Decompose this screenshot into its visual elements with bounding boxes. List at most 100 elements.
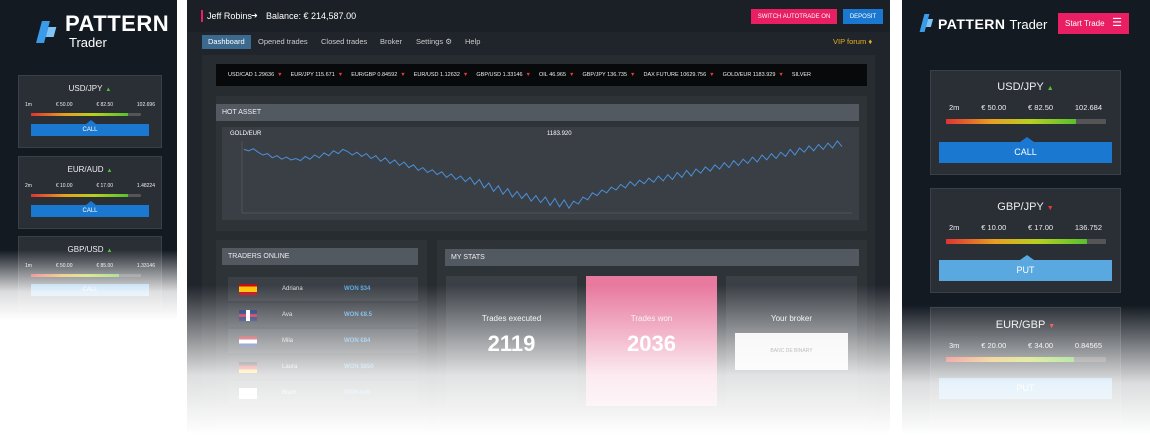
switch-autotrade-button[interactable]: SWITCH AUTOTRADE ON bbox=[751, 9, 837, 24]
tab-settings[interactable]: Settings ⚙ bbox=[410, 35, 458, 49]
trades-executed-label: Trades executed bbox=[481, 314, 542, 323]
level-bar bbox=[31, 113, 141, 116]
balance-text: Balance: € 214,587.00 bbox=[266, 11, 357, 21]
trader-row: Bram WON €45 bbox=[228, 381, 418, 405]
down-arrow-icon: ▼ bbox=[277, 72, 283, 78]
level-bar bbox=[31, 194, 141, 197]
ticker-item: EUR/USD 1.12632 ▼ bbox=[413, 72, 469, 78]
logo-mark-icon bbox=[36, 19, 59, 45]
down-arrow-icon: ▼ bbox=[709, 72, 715, 78]
uk-flag-icon bbox=[239, 310, 257, 321]
mobile-preview-panel: PATTERN Trader Start Trade ☰ USD/JPY ▲ 2m … bbox=[902, 0, 1150, 435]
asset-stats-row: 2m € 10.00 € 17.00 136.752 bbox=[949, 223, 1102, 232]
call-button[interactable]: CALL bbox=[31, 205, 149, 217]
ticker-item: EUR/JPY 115.671 ▼ bbox=[290, 72, 344, 78]
call-button[interactable]: CALL bbox=[31, 124, 149, 136]
ticker-item: OIL 46.965 ▼ bbox=[539, 72, 575, 78]
start-trade-button[interactable]: Start Trade ☰ bbox=[1058, 13, 1129, 34]
asset-name: USD/JPY bbox=[997, 81, 1044, 93]
level-bar bbox=[946, 239, 1106, 244]
asset-card-gbp-usd: GBP/USD ▲ 1m € 50.00 € 85.00 1.33146 CALL bbox=[18, 236, 162, 309]
down-arrow-icon: ▼ bbox=[400, 72, 406, 78]
price-line-chart bbox=[241, 140, 852, 214]
asset-stats-row: 2m € 10.00 € 17.00 1.48224 bbox=[25, 183, 155, 189]
germany-flag-icon bbox=[239, 362, 257, 373]
traders-title: TRADERS ONLINE bbox=[222, 248, 418, 265]
asset-stats-row: 1m € 50.00 € 85.00 1.33146 bbox=[25, 263, 155, 269]
trader-result: WON $850 bbox=[344, 364, 374, 370]
up-arrow-icon: ▲ bbox=[1046, 85, 1054, 92]
dashboard-panel: Jeff Robins ➜ Balance: € 214,587.00 SWIT… bbox=[187, 0, 890, 435]
trader-name: Laura bbox=[282, 364, 298, 370]
stats-title: MY STATS bbox=[445, 249, 859, 266]
ticker-item: GBP/USD 1.33146 ▼ bbox=[476, 72, 531, 78]
asset-card-eur-aud: EUR/AUD ▲ 2m € 10.00 € 17.00 1.48224 CALL bbox=[18, 156, 162, 229]
ticker-item: SILVER bbox=[791, 72, 811, 78]
asset-card-usd-jpy: USD/JPY ▲ 2m € 50.00 € 82.50 102.684 CALL bbox=[930, 70, 1121, 175]
down-arrow-icon: ▼ bbox=[337, 72, 344, 78]
asset-card-usd-jpy: USD/JPY ▲ 1m € 50.00 € 82.50 102.696 CALL bbox=[18, 75, 162, 148]
asset-stats-row: 3m € 20.00 € 34.00 0.84565 bbox=[949, 341, 1102, 350]
trader-result: WON $34 bbox=[344, 286, 371, 292]
trader-name: Adriana bbox=[282, 286, 303, 292]
level-bar bbox=[31, 274, 141, 277]
logo-mark-icon bbox=[919, 14, 935, 34]
down-arrow-icon: ▼ bbox=[525, 72, 531, 78]
put-button[interactable]: PUT bbox=[939, 260, 1112, 281]
trader-row: Adriana WON $34 bbox=[228, 277, 418, 301]
ticker-item: GOLD/EUR 1183.929 ▼ bbox=[722, 72, 784, 78]
trades-executed-value: 2119 bbox=[487, 331, 536, 356]
deposit-button[interactable]: DEPOSIT bbox=[843, 9, 883, 24]
logout-icon[interactable]: ➜ bbox=[251, 11, 258, 20]
down-arrow-icon: ▼ bbox=[569, 72, 575, 78]
trades-won-value: 2036 bbox=[627, 331, 676, 356]
asset-stats-row: 2m € 50.00 € 82.50 102.684 bbox=[949, 103, 1102, 112]
up-arrow-icon: ▲ bbox=[106, 248, 113, 254]
put-button[interactable]: PUT bbox=[939, 378, 1112, 399]
tab-closed-trades[interactable]: Closed trades bbox=[315, 35, 373, 49]
level-bar bbox=[946, 357, 1106, 362]
call-button[interactable]: CALL bbox=[31, 284, 149, 296]
broker-label: Your broker bbox=[770, 314, 813, 323]
ticker-item: EUR/GBP 0.84592 ▼ bbox=[351, 72, 406, 78]
call-button[interactable]: CALL bbox=[939, 142, 1112, 163]
tab-broker[interactable]: Broker bbox=[374, 35, 408, 49]
logo-subtext: Trader bbox=[1009, 16, 1048, 32]
trader-result: WON €8.5 bbox=[344, 312, 373, 318]
series-line-gold-eur bbox=[243, 140, 843, 210]
tab-help[interactable]: Help bbox=[459, 35, 486, 49]
tab-dashboard[interactable]: Dashboard bbox=[202, 35, 251, 49]
asset-name: EUR/GBP bbox=[995, 319, 1046, 331]
logo-subtext: Trader bbox=[69, 35, 107, 50]
asset-name: USD/JPY bbox=[68, 84, 103, 93]
up-arrow-icon: ▲ bbox=[105, 87, 112, 93]
trader-row: Laura WON $850 bbox=[228, 355, 418, 379]
trader-name: Ava bbox=[282, 312, 293, 318]
hot-asset-title: HOT ASSET bbox=[216, 104, 859, 121]
trades-won-label: Trades won bbox=[630, 314, 673, 323]
logo-text: PATTERN bbox=[938, 16, 1006, 32]
asset-card-gbp-jpy: GBP/JPY ▼ 2m € 10.00 € 17.00 136.752 PUT bbox=[930, 188, 1121, 293]
netherlands-flag-icon bbox=[239, 336, 257, 347]
trader-name: Bram bbox=[282, 390, 297, 396]
trader-row: Ava WON €8.5 bbox=[228, 303, 418, 327]
tab-opened-trades[interactable]: Opened trades bbox=[252, 35, 314, 49]
logo: PATTERN Trader bbox=[36, 13, 169, 50]
your-broker-card: Your broker BANC DE BINARY bbox=[726, 276, 857, 406]
trades-executed-card: Trades executed 2119 bbox=[446, 276, 577, 406]
price-chart: GOLD/EUR 1183.920 bbox=[222, 127, 859, 220]
down-arrow-icon: ▼ bbox=[630, 72, 636, 78]
ticker-item: GBP/JPY 136.735 ▼ bbox=[582, 72, 636, 78]
broker-logo[interactable]: BANC DE BINARY bbox=[735, 333, 848, 370]
vip-forum-link[interactable]: VIP forum ♦ bbox=[827, 35, 878, 49]
left-preview-panel: PATTERN Trader USD/JPY ▲ 1m € 50.00 € 82.… bbox=[0, 0, 177, 320]
spain-flag-icon bbox=[239, 284, 257, 295]
ticker-item: DAX FUTURE 10629.756 ▼ bbox=[643, 72, 715, 78]
asset-card-eur-gbp: EUR/GBP ▼ 3m € 20.00 € 34.00 0.84565 PUT bbox=[930, 307, 1121, 435]
asset-stats-row: 1m € 50.00 € 82.50 102.696 bbox=[25, 102, 155, 108]
hot-asset-panel: HOT ASSET GOLD/EUR 1183.920 bbox=[216, 96, 867, 231]
trader-result: WON €45 bbox=[344, 390, 371, 396]
level-bar bbox=[946, 119, 1106, 124]
trader-name: Mila bbox=[282, 338, 294, 344]
asset-name: GBP/USD bbox=[67, 245, 104, 254]
